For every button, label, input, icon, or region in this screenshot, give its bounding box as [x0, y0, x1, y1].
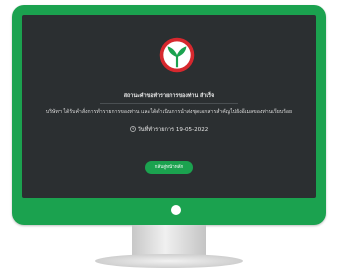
bank-logo-icon [159, 37, 195, 73]
monitor-frame: สถานะคำขอทำรายการของท่าน สำเร็จ บริษัทฯ … [12, 5, 326, 225]
back-to-home-button[interactable]: กลับสู่หน้าหลัก [145, 161, 193, 174]
screen: สถานะคำขอทำรายการของท่าน สำเร็จ บริษัทฯ … [22, 15, 316, 198]
clock-icon [129, 126, 136, 132]
confirmation-message: บริษัทฯ ได้รับคำสั่งการทำรายการของท่าน แ… [45, 109, 293, 115]
transaction-date-text: วันที่ทำรายการ 19-05-2022 [137, 127, 209, 133]
monitor-stand-base [95, 254, 243, 268]
success-title: สถานะคำขอทำรายการของท่าน สำเร็จ [123, 93, 215, 99]
divider [100, 103, 238, 104]
monitor-stand-neck [132, 225, 206, 255]
transaction-date: วันที่ทำรายการ 19-05-2022 [22, 126, 316, 134]
power-indicator-icon [171, 205, 181, 215]
